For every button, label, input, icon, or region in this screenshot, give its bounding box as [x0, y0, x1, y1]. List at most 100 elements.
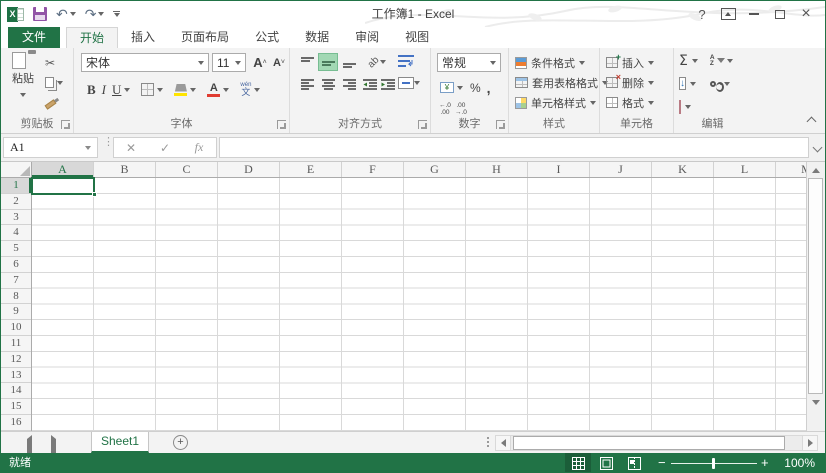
scrollbar-resize-handle[interactable] [487, 437, 489, 449]
font-name-select[interactable]: 宋体 [81, 53, 209, 72]
formula-input[interactable] [219, 137, 809, 158]
new-sheet-button[interactable]: + [173, 435, 188, 450]
row-header-8[interactable]: 8 [1, 289, 31, 305]
tab-page-layout[interactable]: 页面布局 [168, 27, 242, 48]
autosum-dropdown-icon[interactable] [692, 59, 698, 63]
sheet-next-button[interactable] [51, 439, 56, 453]
row-header-4[interactable]: 4 [1, 225, 31, 241]
borders-dropdown-icon[interactable] [157, 88, 163, 92]
scroll-right-button[interactable] [802, 435, 818, 451]
paste-button[interactable]: 粘贴 [6, 53, 40, 119]
select-all-corner[interactable] [1, 162, 32, 178]
row-header-2[interactable]: 2 [1, 194, 31, 210]
scroll-up-button[interactable] [807, 162, 825, 178]
fill-button[interactable]: ↓ [679, 77, 686, 90]
align-center-button[interactable] [318, 75, 338, 93]
phonetic-dropdown-icon[interactable] [254, 88, 260, 92]
row-header-15[interactable]: 15 [1, 399, 31, 415]
column-header-i[interactable]: I [528, 162, 590, 177]
row-header-6[interactable]: 6 [1, 257, 31, 273]
align-left-button[interactable] [297, 75, 317, 93]
scroll-left-button[interactable] [495, 435, 511, 451]
grow-font-button[interactable]: A˄ [251, 53, 269, 72]
ribbon-display-options-button[interactable] [715, 3, 741, 25]
accounting-dropdown-icon[interactable] [457, 86, 463, 90]
align-right-button[interactable] [339, 75, 359, 93]
redo-button[interactable]: ↷ [85, 7, 105, 21]
cut-button[interactable]: ✂ [45, 55, 63, 70]
name-box[interactable]: A1 [3, 137, 98, 158]
page-break-preview-button[interactable] [621, 453, 647, 473]
collapse-ribbon-icon[interactable] [807, 117, 817, 127]
find-select-button[interactable] [710, 81, 730, 87]
column-header-l[interactable]: L [714, 162, 776, 177]
row-header-7[interactable]: 7 [1, 273, 31, 289]
row-header-13[interactable]: 13 [1, 368, 31, 384]
font-size-select[interactable]: 11 [212, 53, 246, 72]
name-box-dropdown-icon[interactable] [85, 146, 91, 150]
insert-cells-button[interactable]: 插入 [606, 54, 654, 71]
bold-button[interactable]: B [84, 80, 99, 100]
tab-review[interactable]: 审阅 [342, 27, 392, 48]
page-layout-view-button[interactable] [593, 453, 619, 473]
autosum-button[interactable]: Σ [679, 53, 688, 69]
row-header-12[interactable]: 12 [1, 352, 31, 368]
format-painter-button[interactable] [45, 95, 63, 110]
column-header-k[interactable]: K [652, 162, 714, 177]
comma-style-button[interactable]: , [484, 78, 494, 98]
merge-center-button[interactable] [394, 74, 424, 92]
clear-dropdown-icon[interactable] [685, 105, 691, 109]
column-header-c[interactable]: C [156, 162, 218, 177]
fill-dropdown-icon[interactable] [690, 82, 696, 86]
undo-button[interactable]: ↶ [56, 7, 76, 21]
expand-formula-bar-icon[interactable] [813, 143, 823, 153]
tab-home[interactable]: 开始 [66, 27, 118, 48]
decrease-decimal-button[interactable]: .00→.0 [453, 102, 469, 116]
row-header-14[interactable]: 14 [1, 383, 31, 399]
zoom-slider-thumb[interactable] [712, 458, 715, 469]
column-header-f[interactable]: F [342, 162, 404, 177]
fill-handle[interactable] [92, 192, 97, 197]
maximize-button[interactable] [767, 3, 793, 25]
orientation-button[interactable]: ab [364, 53, 390, 71]
italic-button[interactable]: I [99, 80, 109, 100]
borders-button[interactable] [138, 80, 157, 100]
font-color-button[interactable]: A [204, 80, 223, 100]
help-button[interactable]: ? [689, 3, 715, 25]
row-header-9[interactable]: 9 [1, 304, 31, 320]
cancel-button[interactable]: ✕ [114, 138, 148, 157]
fill-color-dropdown-icon[interactable] [190, 88, 196, 92]
vertical-scroll-thumb[interactable] [808, 178, 823, 394]
row-header-11[interactable]: 11 [1, 336, 31, 352]
tab-view[interactable]: 视图 [392, 27, 442, 48]
conditional-formatting-button[interactable]: 条件格式 [515, 54, 585, 71]
phonetic-guide-button[interactable]: wén文 [237, 80, 254, 100]
align-top-button[interactable] [297, 53, 317, 71]
row-header-3[interactable]: 3 [1, 210, 31, 226]
column-header-a[interactable]: A [32, 162, 94, 177]
clear-button[interactable] [679, 101, 681, 113]
redo-dropdown-icon[interactable] [98, 12, 104, 16]
insert-function-button[interactable]: fx [182, 138, 216, 157]
close-button[interactable]: × [793, 3, 819, 25]
copy-button[interactable] [45, 75, 63, 90]
underline-dropdown-icon[interactable] [124, 88, 130, 92]
cell-selection-a1[interactable] [31, 177, 95, 195]
decrease-indent-button[interactable] [360, 75, 380, 93]
excel-app-icon[interactable]: X [7, 6, 24, 23]
column-header-d[interactable]: D [218, 162, 280, 177]
paste-dropdown-icon[interactable] [20, 93, 26, 97]
format-as-table-button[interactable]: 套用表格格式 [515, 74, 608, 91]
sheet-tab-sheet1[interactable]: Sheet1 [91, 432, 149, 453]
cells-area[interactable] [32, 178, 806, 431]
percent-style-button[interactable]: % [467, 78, 484, 98]
shrink-font-button[interactable]: A˅ [270, 53, 288, 72]
undo-dropdown-icon[interactable] [70, 12, 76, 16]
vertical-scrollbar[interactable] [806, 162, 825, 431]
save-icon[interactable] [33, 7, 47, 21]
clipboard-dialog-launcher-icon[interactable] [61, 120, 70, 129]
alignment-dialog-launcher-icon[interactable] [418, 120, 427, 129]
sort-filter-button[interactable]: AZ [710, 55, 733, 67]
tab-data[interactable]: 数据 [292, 27, 342, 48]
row-header-5[interactable]: 5 [1, 241, 31, 257]
